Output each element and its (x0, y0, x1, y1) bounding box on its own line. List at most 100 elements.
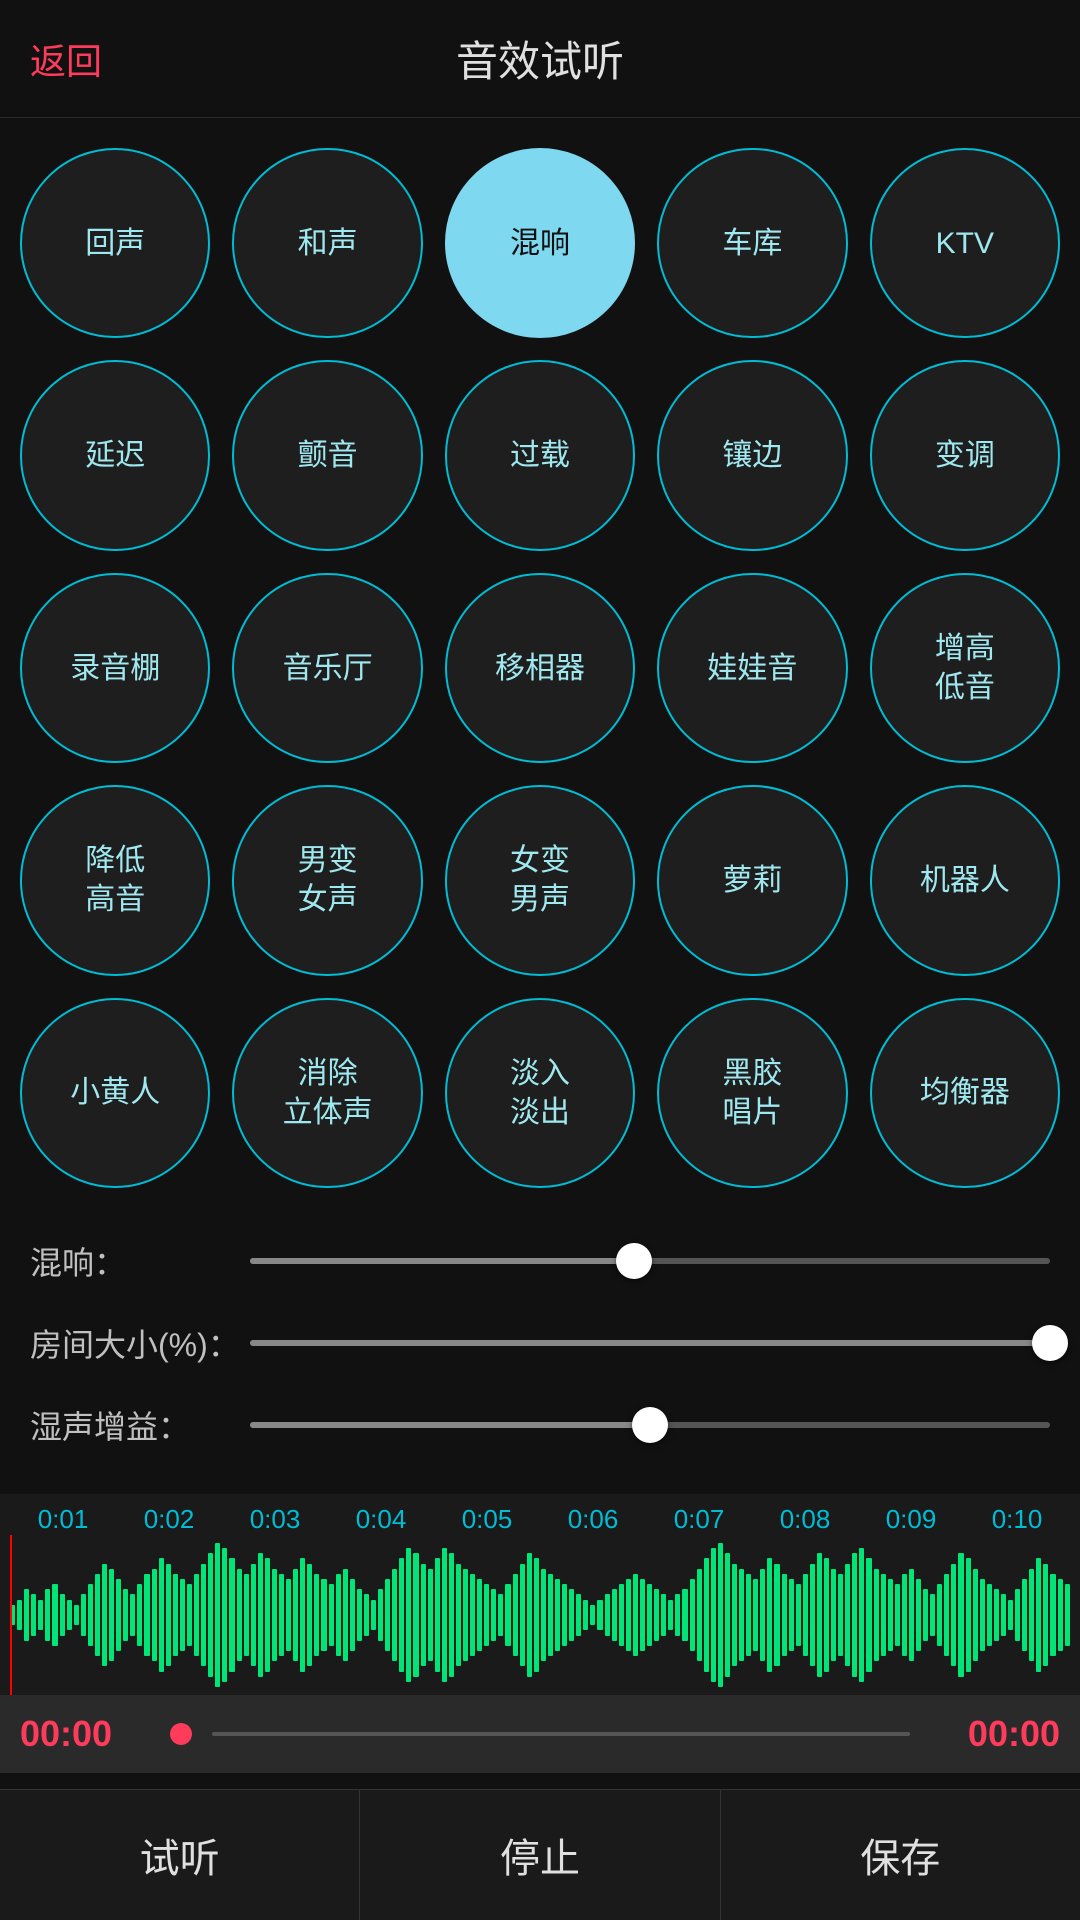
waveform-canvas[interactable] (0, 1535, 1080, 1695)
effect-btn-m2f[interactable]: 男变 女声 (232, 785, 422, 975)
waveform-bar (725, 1553, 730, 1676)
slider-track-container-wet_gain[interactable] (250, 1422, 1050, 1428)
waveform-bar (711, 1548, 716, 1682)
waveform-bar (527, 1553, 532, 1676)
waveform-bar (343, 1569, 348, 1662)
effect-btn-garage[interactable]: 车库 (657, 148, 847, 338)
timeline-marker-2: 0:03 (222, 1504, 328, 1535)
effect-btn-delay[interactable]: 延迟 (20, 360, 210, 550)
waveform-bar (810, 1564, 815, 1667)
effect-btn-echo[interactable]: 回声 (20, 148, 210, 338)
waveform-bar (619, 1584, 624, 1646)
waveform-bar (130, 1594, 135, 1635)
slider-thumb-wet_gain[interactable] (632, 1407, 668, 1443)
effect-btn-minion[interactable]: 小黄人 (20, 998, 210, 1188)
effect-btn-overdrive[interactable]: 过载 (445, 360, 635, 550)
effect-btn-flanger[interactable]: 镶边 (657, 360, 847, 550)
timeline-marker-4: 0:05 (434, 1504, 540, 1535)
effect-btn-hall[interactable]: 音乐厅 (232, 573, 422, 763)
waveform-bar (491, 1589, 496, 1640)
timeline-marker-9: 0:10 (964, 1504, 1070, 1535)
waveform-bar (930, 1594, 935, 1635)
waveform-bar (994, 1589, 999, 1640)
waveform-bar (774, 1564, 779, 1667)
waveform-bar (852, 1553, 857, 1676)
waveform-bar (739, 1569, 744, 1662)
playhead (10, 1535, 12, 1695)
waveform-bar (583, 1600, 588, 1631)
waveform-bar (824, 1558, 829, 1671)
waveform-bar (888, 1579, 893, 1651)
sliders-section: 混响：房间大小(%)：湿声增益： (0, 1208, 1080, 1494)
waveform-bar (859, 1548, 864, 1682)
waveform-bar (38, 1600, 43, 1631)
waveform-bar (180, 1579, 185, 1651)
slider-thumb-room_size[interactable] (1032, 1325, 1068, 1361)
waveform-bar (300, 1558, 305, 1671)
waveform-bar (17, 1600, 22, 1631)
progress-track[interactable] (212, 1732, 910, 1736)
effect-btn-tremolo[interactable]: 颤音 (232, 360, 422, 550)
waveform-bar (329, 1584, 334, 1646)
waveform-bar (916, 1579, 921, 1651)
back-button[interactable]: 返回 (30, 33, 102, 85)
effect-btn-robot[interactable]: 机器人 (870, 785, 1060, 975)
save-button[interactable]: 保存 (721, 1790, 1080, 1920)
slider-track-container-room_size[interactable] (250, 1340, 1050, 1346)
waveform-bar (951, 1564, 956, 1667)
waveform-bar (88, 1584, 93, 1646)
stop-button[interactable]: 停止 (360, 1790, 720, 1920)
waveform-bar (760, 1569, 765, 1662)
waveform-bar (463, 1569, 468, 1662)
waveform-bar (1008, 1600, 1013, 1631)
effect-btn-eq[interactable]: 均衡器 (870, 998, 1060, 1188)
waveform-bar (406, 1548, 411, 1682)
waveform-bar (477, 1579, 482, 1651)
waveform-bar (590, 1605, 595, 1626)
effect-btn-vinyl[interactable]: 黑胶 唱片 (657, 998, 847, 1188)
effect-btn-baby[interactable]: 娃娃音 (657, 573, 847, 763)
waveform-bar (81, 1594, 86, 1635)
effect-btn-stereo[interactable]: 消除 立体声 (232, 998, 422, 1188)
waveform-bar (1022, 1579, 1027, 1651)
waveform-bar (421, 1564, 426, 1667)
effect-btn-harmony[interactable]: 和声 (232, 148, 422, 338)
waveform-bar (746, 1574, 751, 1656)
waveform-bar (67, 1600, 72, 1631)
effect-btn-studio[interactable]: 录音棚 (20, 573, 210, 763)
effect-btn-f2m[interactable]: 女变 男声 (445, 785, 635, 975)
effect-btn-ktv[interactable]: KTV (870, 148, 1060, 338)
slider-track-container-reverb[interactable] (250, 1258, 1050, 1264)
waveform-bar (364, 1594, 369, 1635)
slider-thumb-reverb[interactable] (616, 1243, 652, 1279)
waveform-bar (633, 1574, 638, 1656)
waveform-bar (244, 1574, 249, 1656)
slider-label-reverb: 混响： (30, 1238, 250, 1284)
waveform-bar (272, 1569, 277, 1662)
waveform-section: 0:010:020:030:040:050:060:070:080:090:10 (0, 1494, 1080, 1695)
waveform-bar (484, 1584, 489, 1646)
waveform-bar (881, 1574, 886, 1656)
waveform-bar (973, 1569, 978, 1662)
effect-btn-reverb[interactable]: 混响 (445, 148, 635, 338)
waveform-bar (626, 1579, 631, 1651)
effect-btn-fadeinout[interactable]: 淡入 淡出 (445, 998, 635, 1188)
preview-button[interactable]: 试听 (0, 1790, 360, 1920)
waveform-bar (31, 1594, 36, 1635)
effect-btn-bass[interactable]: 增高 低音 (870, 573, 1060, 763)
effect-btn-pitch[interactable]: 变调 (870, 360, 1060, 550)
waveform-bar (980, 1579, 985, 1651)
waveform-bar (966, 1558, 971, 1671)
waveform-bar (442, 1548, 447, 1682)
waveform-bar (866, 1558, 871, 1671)
effect-btn-lowbass[interactable]: 降低 高音 (20, 785, 210, 975)
waveform-bar (95, 1574, 100, 1656)
waveform-bar (874, 1569, 879, 1662)
waveform-bar (321, 1579, 326, 1651)
waveform-bar (562, 1584, 567, 1646)
timeline-marker-6: 0:07 (646, 1504, 752, 1535)
effect-btn-moly[interactable]: 萝莉 (657, 785, 847, 975)
waveform-bar (45, 1589, 50, 1640)
effect-btn-phaser[interactable]: 移相器 (445, 573, 635, 763)
waveform-bar (923, 1589, 928, 1640)
